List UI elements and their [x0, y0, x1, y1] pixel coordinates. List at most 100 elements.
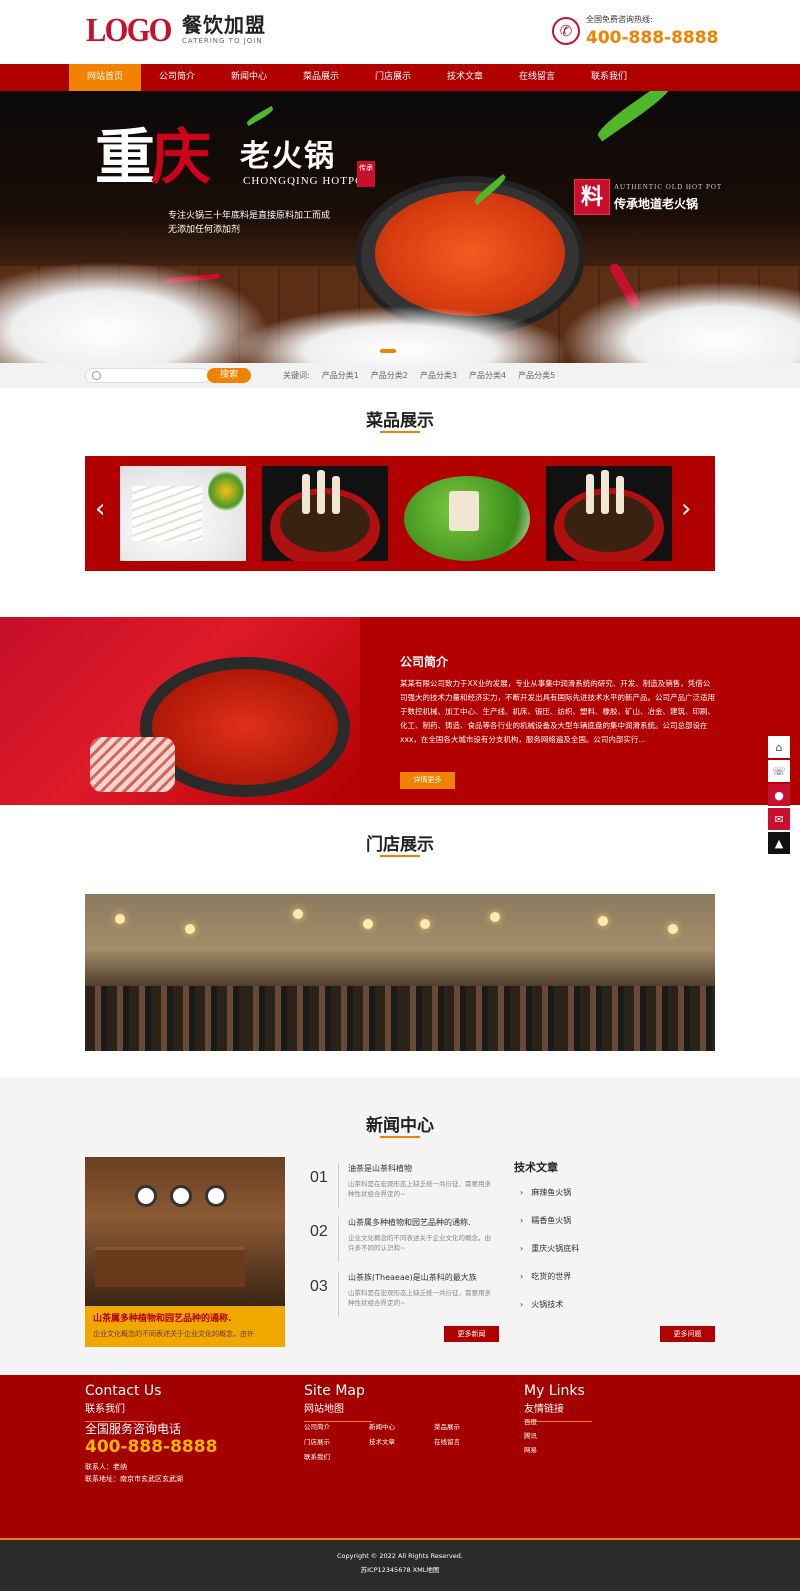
keyword-link[interactable]: 产品分类1 [322, 370, 359, 381]
title-underline [380, 431, 420, 433]
friend-link[interactable]: 腾讯 [524, 1432, 537, 1440]
footer-address: 联系地址：南京市玄武区玄武湖 [85, 1475, 183, 1483]
search-button[interactable]: 搜索 [207, 368, 251, 383]
product-image[interactable] [262, 466, 388, 561]
tech-article-link[interactable]: › 重庆火锅底料 [520, 1243, 579, 1254]
friend-link[interactable]: 百度 [524, 1418, 537, 1426]
prev-arrow-icon[interactable]: ‹ [95, 496, 105, 522]
copyright-bar: Copyright © 2022 All Rights Reserved. 苏I… [0, 1538, 800, 1591]
footer-links-heading: My Links [524, 1383, 585, 1399]
keyword-link[interactable]: 产品分类2 [371, 370, 408, 381]
wechat-icon[interactable]: ✉ [768, 808, 790, 830]
banner-description: 专注火锅三十年底料是直接原料加工而成 无添加任何添加剂 [168, 211, 331, 235]
friend-link[interactable]: 网易 [524, 1446, 537, 1454]
footer-tel-label: 全国服务咨询电话 [85, 1422, 182, 1436]
tech-article-link[interactable]: › 麻辣鱼火锅 [520, 1187, 571, 1198]
about-more-button[interactable]: 详情更多 [400, 772, 455, 789]
news-headline[interactable]: 油茶是山茶科植物 [348, 1163, 412, 1174]
qq-icon[interactable]: ● [768, 784, 790, 806]
nav-item-articles[interactable]: 技术文章 [429, 64, 501, 91]
store-photo[interactable] [242, 894, 400, 1051]
smoke-decoration [230, 306, 570, 363]
news-feature-image[interactable] [85, 1157, 285, 1307]
sitemap-link[interactable]: 联系我们 [304, 1451, 369, 1461]
tech-article-link[interactable]: › 吃货的世界 [520, 1271, 571, 1282]
logo-title: 餐饮加盟 [182, 13, 267, 37]
next-arrow-icon[interactable]: › [681, 496, 691, 522]
about-section: 公司简介 某某有限公司致力于XX业的发展，专业从事集中润滑系统的研究、开发、制造… [0, 617, 800, 805]
smoke-decoration [560, 281, 800, 363]
nav-item-contact[interactable]: 联系我们 [573, 64, 645, 91]
news-summary: 山茶科是在宏观形态上缺乏统一共衍征，需要用多种性状组合界定的~ [348, 1289, 491, 1307]
tech-article-link[interactable]: › 火锅技术 [520, 1299, 563, 1310]
copyright-text: Copyright © 2022 All Rights Reserved. [336, 1552, 463, 1560]
nav-item-dishes[interactable]: 菜品展示 [285, 64, 357, 91]
news-section: 新闻中心 山茶属多种植物和园艺品种的通称. 企业文化概念的不同表述关于企业文化的… [0, 1077, 800, 1375]
banner-seal: 传承 [357, 161, 375, 187]
footer-links-subheading: 友情链接 [524, 1404, 564, 1415]
site-logo[interactable]: LOGO 餐饮加盟 CATERING TO JOIN [86, 14, 266, 48]
news-headline[interactable]: 山茶族(Theaeae)是山茶科的最大族 [348, 1272, 477, 1283]
more-news-button[interactable]: 更多新闻 [444, 1326, 499, 1342]
back-to-top-icon[interactable]: ▲ [768, 832, 790, 854]
search-icon [92, 371, 101, 380]
news-title: 新闻中心 [366, 1116, 434, 1136]
title-underline [380, 855, 420, 857]
site-header: LOGO 餐饮加盟 CATERING TO JOIN ✆ 全国免费咨询热线: 4… [0, 0, 800, 64]
news-feature-caption[interactable]: 山茶属多种植物和园艺品种的通称. 企业文化概念的不同表述关于企业文化的概念，由许 [85, 1306, 285, 1347]
store-photo[interactable] [400, 894, 558, 1051]
sitemap-link[interactable]: 新闻中心 [369, 1421, 434, 1431]
product-image[interactable] [404, 466, 530, 561]
carousel-dot[interactable] [380, 349, 396, 353]
chevron-right-icon: › [520, 1244, 524, 1253]
phone-icon[interactable]: ☏ [768, 760, 790, 782]
nav-item-news[interactable]: 新闻中心 [213, 64, 285, 91]
icp-text[interactable]: 苏ICP12345678 XML地图 [0, 1564, 800, 1574]
footer-contact-column: Contact Us 联系我们 [85, 1383, 161, 1422]
stores-gallery [85, 894, 715, 1051]
product-image[interactable] [120, 466, 246, 561]
footer-sitemap-column: Site Map 网站地图 [304, 1383, 372, 1422]
nav-item-message[interactable]: 在线留言 [501, 64, 573, 91]
caption-title: 山茶属多种植物和园艺品种的通称. [93, 1314, 232, 1324]
footer-contact-subheading: 联系我们 [85, 1404, 125, 1415]
footer-contact-heading: Contact Us [85, 1383, 162, 1399]
sitemap-link[interactable]: 技术文章 [369, 1436, 434, 1446]
sitemap-link[interactable]: 公司简介 [304, 1421, 369, 1431]
tech-article-link[interactable]: › 糯香鱼火锅 [520, 1215, 571, 1226]
product-image[interactable] [546, 466, 672, 561]
nav-item-about[interactable]: 公司简介 [141, 64, 213, 91]
hero-banner[interactable]: 重庆 老火锅 CHONGQING HOTPOT 传承 专注火锅三十年底料是直接原… [0, 91, 800, 363]
more-questions-button[interactable]: 更多问题 [660, 1326, 715, 1342]
home-icon[interactable]: ⌂ [768, 736, 790, 758]
tech-articles-title: 技术文章 [514, 1161, 558, 1174]
about-text: 某某有限公司致力于XX业的发展，专业从事集中润滑系统的研究、开发、制造及销售，凭… [400, 679, 715, 744]
chevron-right-icon: › [520, 1272, 524, 1281]
sitemap-links: 公司简介 新闻中心 菜品展示 门店展示 技术文章 在线留言 联系我们 [304, 1421, 499, 1461]
footer-sitemap-heading: Site Map [304, 1383, 365, 1399]
logo-mark: LOGO [86, 12, 172, 49]
search-input[interactable] [85, 368, 210, 383]
products-carousel: ‹ › [85, 456, 715, 571]
keyword-label: 关键词: [283, 371, 310, 380]
keyword-link[interactable]: 产品分类3 [420, 370, 457, 381]
news-headline[interactable]: 山茶属多种植物和园艺品种的通称. [348, 1217, 471, 1228]
footer-contact-person: 联系人：老纳 [85, 1463, 127, 1471]
nav-item-stores[interactable]: 门店展示 [357, 64, 429, 91]
nav-item-home[interactable]: 网站首页 [69, 64, 141, 91]
keyword-list: 关键词: 产品分类1 产品分类2 产品分类3 产品分类4 产品分类5 [283, 370, 567, 381]
logo-subtitle: CATERING TO JOIN [182, 37, 263, 45]
store-photo[interactable] [557, 894, 715, 1051]
chevron-right-icon: › [520, 1216, 524, 1225]
sitemap-link[interactable]: 菜品展示 [434, 1421, 499, 1431]
store-photo[interactable] [85, 894, 243, 1051]
sitemap-link[interactable]: 在线留言 [434, 1436, 499, 1446]
beef-roll-image [90, 737, 175, 792]
footer-tel: 400-888-8888 [85, 1437, 218, 1457]
about-title: 公司简介 [400, 655, 449, 669]
sitemap-link[interactable]: 门店展示 [304, 1436, 369, 1446]
keyword-link[interactable]: 产品分类5 [518, 370, 555, 381]
caption-description: 企业文化概念的不同表述关于企业文化的概念，由许 [93, 1330, 254, 1338]
keyword-link[interactable]: 产品分类4 [469, 370, 506, 381]
banner-badge: 料 [574, 179, 610, 215]
